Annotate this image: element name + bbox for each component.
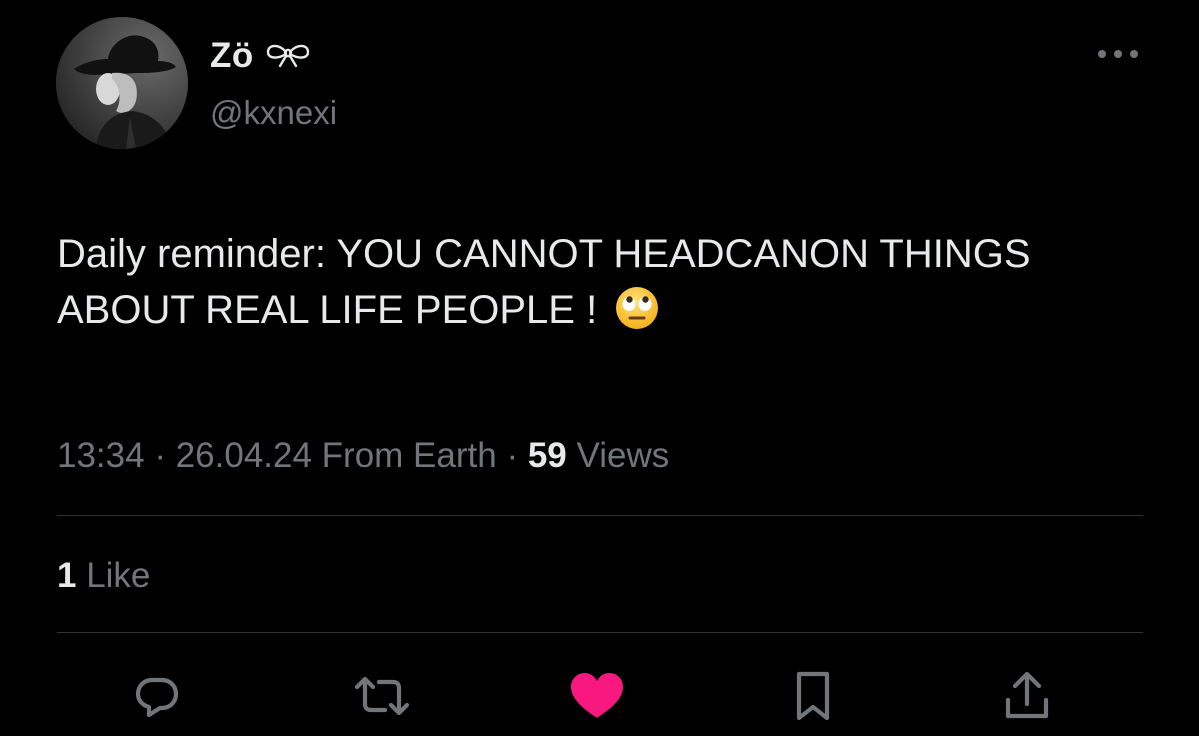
avatar[interactable] [56, 17, 188, 149]
display-name[interactable]: Zö [210, 36, 254, 76]
meta-separator: · [144, 436, 176, 475]
author-handle[interactable]: @kxnexi [210, 93, 337, 133]
reply-icon [135, 677, 179, 718]
tweet-time: 13:34 [57, 436, 145, 475]
retweet-button[interactable] [352, 668, 412, 724]
tweet-date: 26.04.24 [175, 436, 312, 475]
tweet-text-content: Daily reminder: YOU CANNOT HEADCANON THI… [57, 232, 1031, 332]
reply-button[interactable] [127, 668, 187, 724]
share-icon [1005, 671, 1049, 719]
views-label[interactable]: Views [567, 436, 669, 475]
ellipsis-icon [1098, 50, 1138, 58]
meta-separator: · [496, 436, 528, 475]
divider [57, 632, 1143, 633]
bookmark-button[interactable] [783, 668, 843, 724]
share-button[interactable] [997, 668, 1057, 724]
views-count[interactable]: 59 [528, 436, 567, 475]
tweet-detail-page: Zö @kxnexi Daily reminder: YOU CANNOT HE… [0, 0, 1199, 736]
bookmark-icon [796, 671, 830, 721]
avatar-image [56, 17, 188, 149]
face-with-rolling-eyes-icon [614, 285, 660, 346]
tweet-meta: 13:34 · 26.04.24 From Earth · 59 Views [57, 434, 669, 478]
like-label[interactable]: Like [76, 556, 150, 595]
likes-summary[interactable]: 1 Like [57, 554, 150, 598]
tweet-text: Daily reminder: YOU CANNOT HEADCANON THI… [57, 226, 1147, 346]
author-name-row[interactable]: Zö [210, 36, 312, 76]
like-button[interactable] [567, 668, 627, 724]
more-options-button[interactable] [1094, 40, 1142, 68]
like-count[interactable]: 1 [57, 556, 76, 595]
divider [57, 515, 1143, 516]
heart-icon [571, 673, 623, 718]
tweet-source: From Earth [311, 436, 497, 475]
ribbon-bow-icon [264, 39, 312, 74]
retweet-icon [354, 676, 410, 716]
